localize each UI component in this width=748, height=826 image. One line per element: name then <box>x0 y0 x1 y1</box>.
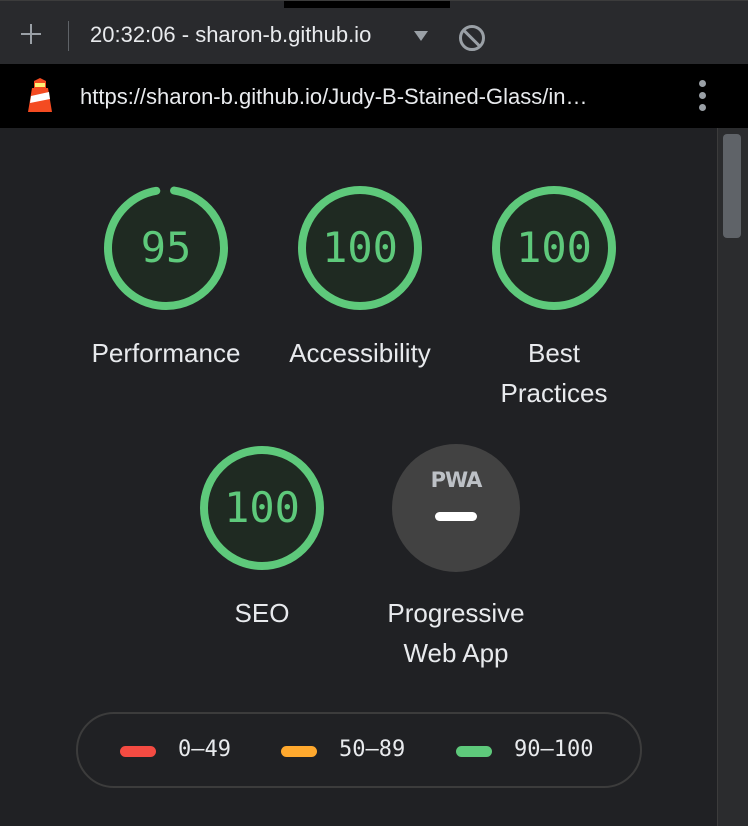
gauge-best-practices[interactable]: 100 <box>490 184 618 312</box>
label-line: Practices <box>500 378 608 408</box>
legend-swatch <box>120 746 156 757</box>
gauge-label-performance: Performance <box>91 338 241 368</box>
caret-down-icon[interactable] <box>414 31 428 41</box>
block-icon[interactable] <box>459 25 485 51</box>
lighthouse-icon <box>28 78 52 112</box>
toolbar-divider <box>68 21 69 51</box>
more-vert-icon[interactable] <box>696 80 708 114</box>
active-tab-indicator <box>284 1 450 8</box>
legend-swatch <box>456 746 492 757</box>
legend-range: 50–89 <box>339 737 406 762</box>
gauge-performance[interactable]: 95 <box>102 184 230 312</box>
gauge-label-pwa: Progressive Web App <box>366 593 546 673</box>
gauge-seo[interactable]: 100 <box>198 444 326 572</box>
plus-icon[interactable] <box>18 21 44 47</box>
legend-range: 0–49 <box>178 737 231 762</box>
score-value: 100 <box>516 223 592 272</box>
gauge-label-seo: SEO <box>234 598 290 628</box>
score-value: 100 <box>224 483 300 532</box>
gauge-label-accessibility: Accessibility <box>289 338 431 368</box>
pwa-logo-text: PWA <box>430 468 483 492</box>
label-line: Web App <box>403 638 509 668</box>
scrollbar[interactable] <box>717 128 748 826</box>
score-legend: 0–49 50–89 90–100 <box>76 712 642 788</box>
scroll-thumb[interactable] <box>723 134 741 238</box>
report-selector[interactable]: 20:32:06 - sharon-b.github.io <box>90 22 371 48</box>
score-value: 95 <box>140 223 192 272</box>
pwa-badge[interactable]: PWA <box>392 444 520 572</box>
legend-swatch <box>281 746 317 757</box>
label-line: Best <box>527 338 581 368</box>
gauge-accessibility[interactable]: 100 <box>296 184 424 312</box>
gauge-label-best-practices: Best Practices <box>464 333 644 413</box>
score-value: 100 <box>322 223 398 272</box>
url-bar: https://sharon-b.github.io/Judy-B-Staine… <box>0 64 748 128</box>
legend-range: 90–100 <box>514 737 594 762</box>
label-line: Progressive <box>387 598 525 628</box>
pwa-dash-icon <box>435 512 477 521</box>
report-toolbar: 20:32:06 - sharon-b.github.io <box>0 0 748 64</box>
page-url: https://sharon-b.github.io/Judy-B-Staine… <box>80 84 588 109</box>
